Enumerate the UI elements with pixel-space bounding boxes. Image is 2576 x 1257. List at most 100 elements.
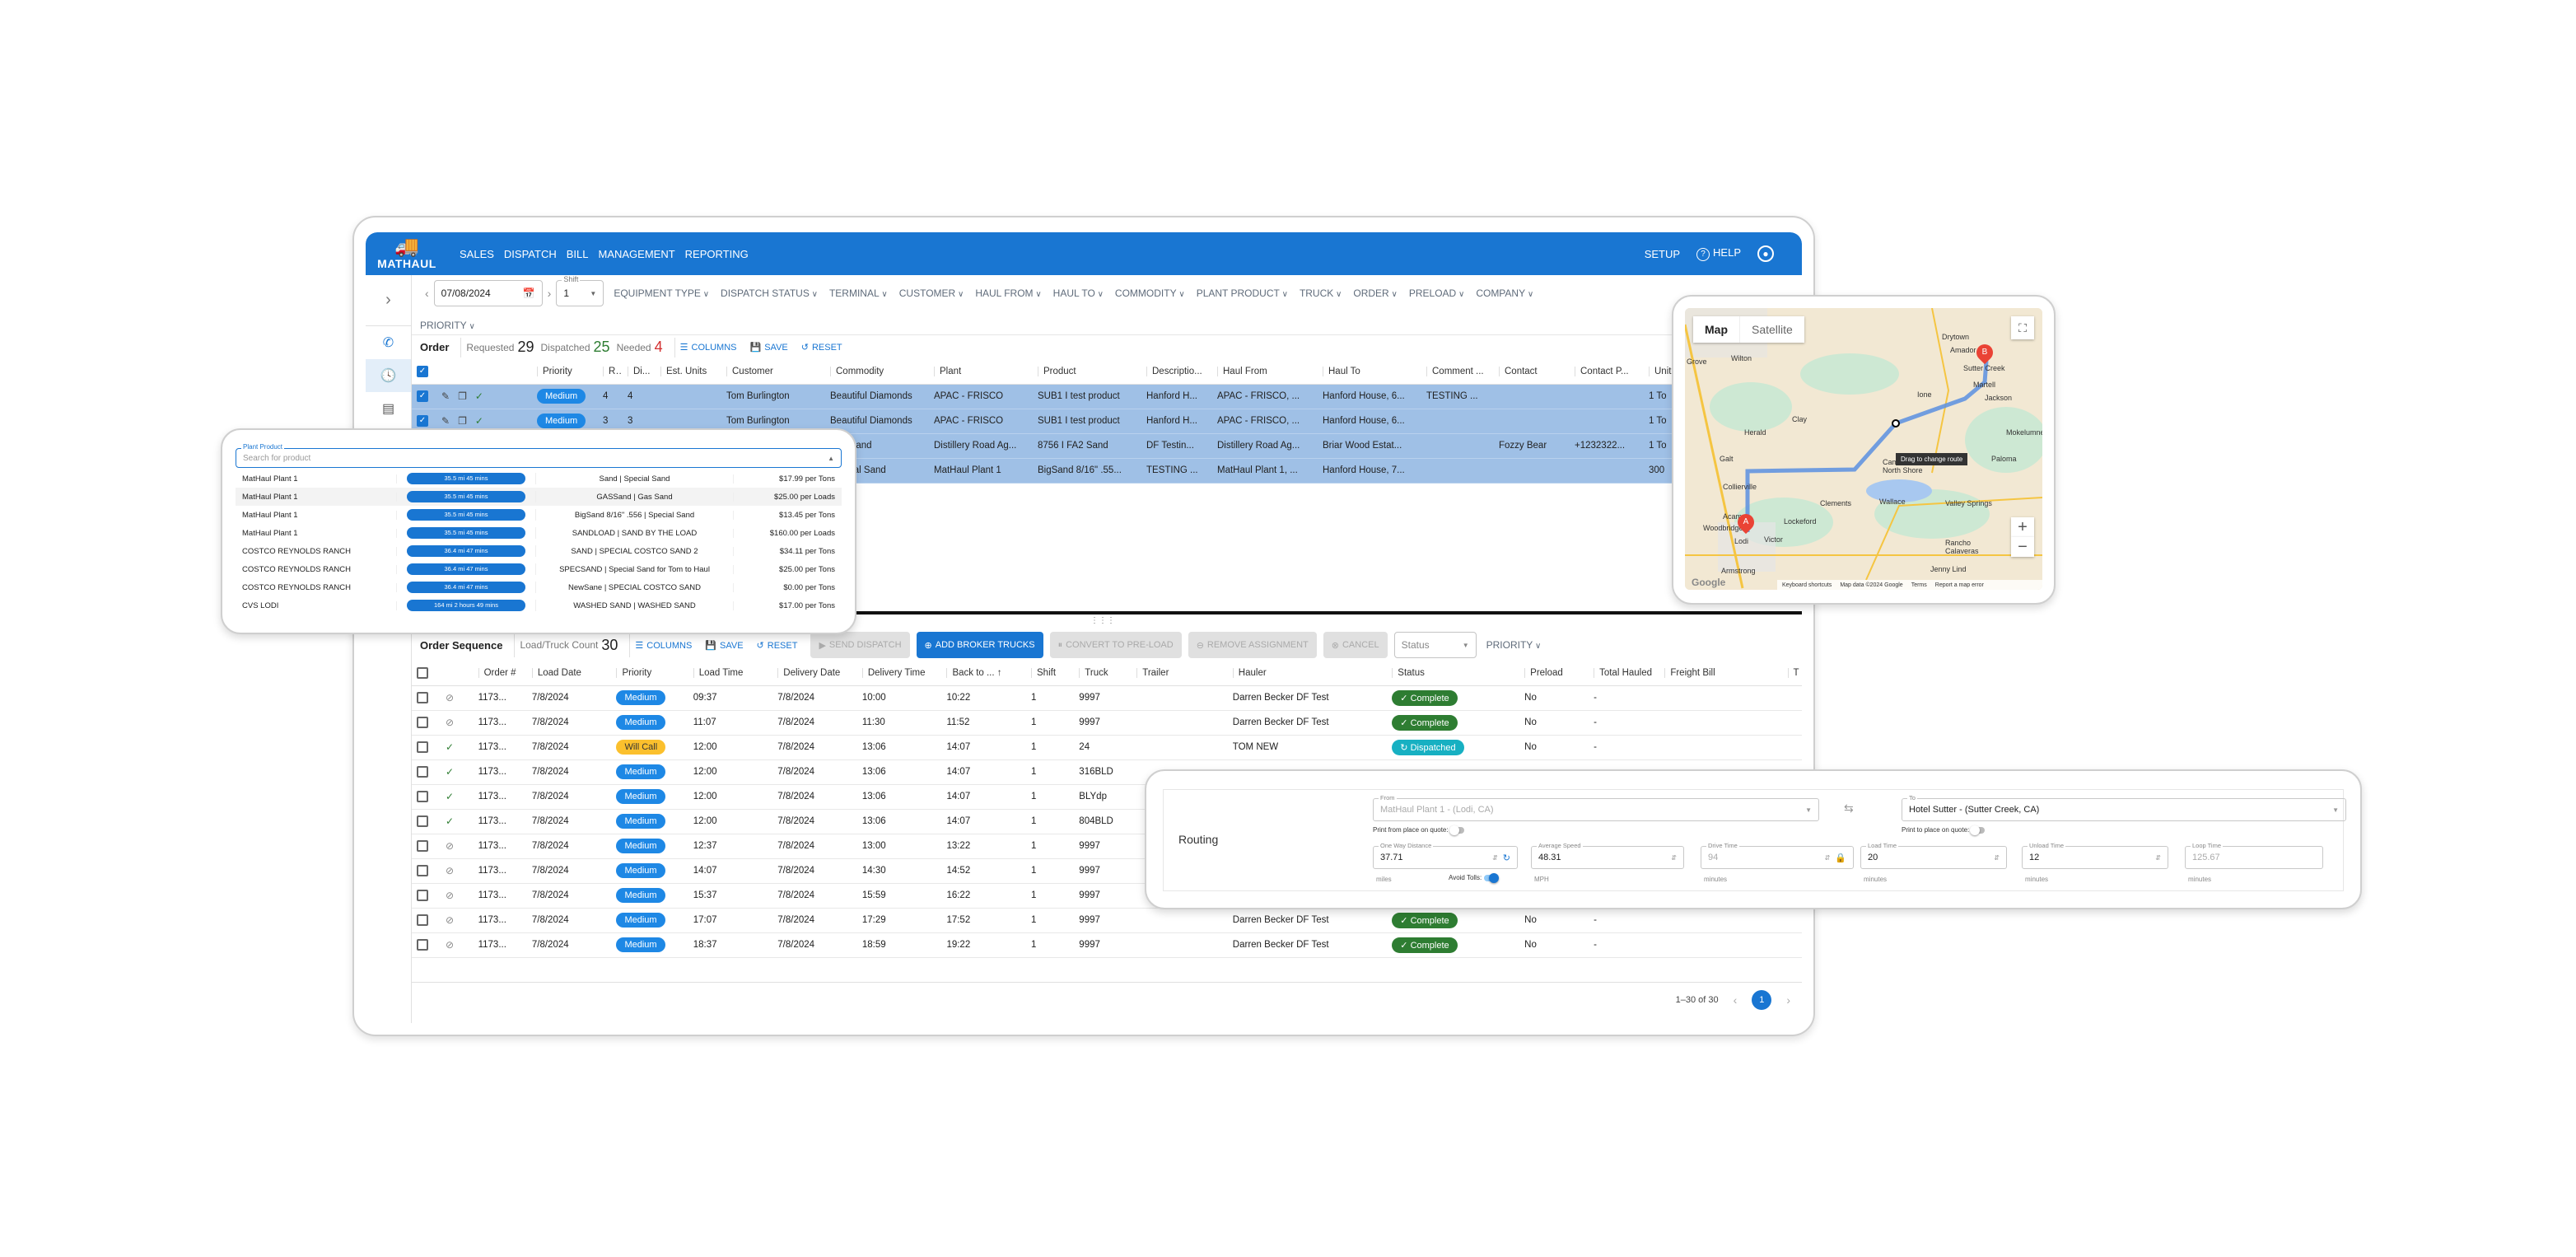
sequence-row[interactable]: ⊘ 1173... 7/8/2024 Medium 18:37 7/8/2024 18:59…: [412, 932, 1802, 958]
edit-pencil-icon[interactable]: ✎: [441, 415, 450, 427]
col-priority[interactable]: Priority: [611, 661, 688, 686]
stepper-icon[interactable]: ⇵: [1492, 854, 1498, 862]
copy-icon[interactable]: ❐: [458, 415, 467, 427]
col-trailer[interactable]: Trailer: [1132, 661, 1228, 686]
row-checkbox[interactable]: [412, 710, 441, 736]
filter-truck[interactable]: TRUCK: [1300, 287, 1342, 299]
sort-asc-arrow-icon[interactable]: ↑: [997, 668, 1002, 678]
next-page-chevron-icon[interactable]: ›: [1786, 993, 1790, 1007]
col-back-to[interactable]: Back to ... ↑: [941, 661, 1027, 686]
one-way-distance-input[interactable]: One Way Distance 37.71 ⇵ ↻: [1373, 842, 1518, 869]
seq-columns-button[interactable]: ☰ COLUMNS: [635, 640, 692, 651]
col-hauler[interactable]: Hauler: [1227, 661, 1388, 686]
filter-company[interactable]: COMPANY: [1476, 287, 1533, 299]
filter-haul-to[interactable]: HAUL TO: [1053, 287, 1104, 299]
check-circle-icon[interactable]: ✓: [475, 390, 483, 402]
average-speed-input[interactable]: Average Speed 48.31 ⇵: [1531, 842, 1684, 869]
remove-assignment-button[interactable]: ⊖ REMOVE ASSIGNMENT: [1188, 632, 1317, 658]
date-input[interactable]: 07/08/2024 📅: [433, 280, 543, 306]
row-checkbox[interactable]: [412, 858, 441, 884]
row-checkbox[interactable]: [412, 834, 441, 859]
plant-product-option[interactable]: CVS LODI 164 mi 2 hours 49 mins WASHED SAN…: [236, 596, 842, 614]
row-checkbox[interactable]: [412, 932, 441, 958]
lock-icon[interactable]: 🔒: [1835, 853, 1846, 863]
order-row[interactable]: ✓ ✎ ❐ ✓ Medium 4 4 Tom Burlington Beautiful Diam…: [412, 384, 1802, 409]
col-contact[interactable]: Contact: [1494, 359, 1570, 385]
calendar-icon[interactable]: 📅: [523, 287, 535, 299]
print-to-toggle[interactable]: [1970, 825, 1986, 835]
convert-to-preload-button[interactable]: ⏸ CONVERT TO PRE-LOAD: [1049, 632, 1182, 658]
edit-pencil-icon[interactable]: ✎: [441, 390, 450, 402]
notepad-icon[interactable]: ▤: [366, 392, 411, 425]
reset-button[interactable]: ↺ RESET: [801, 342, 842, 353]
col-haul-from[interactable]: Haul From: [1212, 359, 1318, 385]
sequence-row[interactable]: ⊘ 1173... 7/8/2024 Medium 17:07 7/8/2024 17:29…: [412, 908, 1802, 933]
row-checkbox[interactable]: [412, 735, 441, 760]
col-shift[interactable]: Shift: [1026, 661, 1075, 686]
select-all-checkbox[interactable]: [412, 661, 441, 686]
select-all-checkbox[interactable]: ✓: [412, 359, 436, 385]
tracking-on-icon[interactable]: ✓: [446, 815, 454, 827]
mathaul-logo[interactable]: 🚚 MATHAUL: [366, 232, 448, 275]
col-load-time[interactable]: Load Time: [688, 661, 773, 686]
col-truck[interactable]: Truck: [1074, 661, 1132, 686]
setup-link[interactable]: SETUP: [1645, 248, 1680, 260]
satellite-tab[interactable]: Satellite: [1740, 316, 1804, 343]
status-select[interactable]: Status ▼: [1393, 632, 1477, 658]
filter-terminal[interactable]: TERMINAL: [829, 287, 888, 299]
print-from-toggle[interactable]: [1449, 825, 1464, 835]
prev-page-chevron-icon[interactable]: ‹: [1734, 993, 1738, 1007]
zoom-out-icon[interactable]: −: [2011, 537, 2034, 557]
clock-icon[interactable]: 🕓: [366, 359, 411, 392]
tracking-on-icon[interactable]: ✓: [446, 741, 454, 753]
filter-order[interactable]: ORDER: [1353, 287, 1397, 299]
col-customer[interactable]: Customer: [721, 359, 825, 385]
prev-date-chevron-icon[interactable]: ‹: [425, 287, 429, 300]
sequence-row[interactable]: ✓ 1173... 7/8/2024 Will Call 12:00 7/8/2024 13…: [412, 735, 1802, 760]
next-date-chevron-icon[interactable]: ›: [548, 287, 552, 300]
row-checkbox[interactable]: ✓: [412, 384, 436, 409]
marker-a-icon[interactable]: A: [1734, 510, 1758, 535]
columns-button[interactable]: ☰ COLUMNS: [680, 342, 737, 353]
plant-product-option[interactable]: MatHaul Plant 1 35.5 mi 45 mins GASSand | …: [236, 488, 842, 506]
col-preload[interactable]: Preload: [1519, 661, 1589, 686]
stepper-icon[interactable]: ⇵: [2155, 854, 2161, 862]
col-product[interactable]: Product: [1033, 359, 1141, 385]
from-select[interactable]: From MatHaul Plant 1 - (Lodi, CA) ▼: [1373, 794, 1819, 821]
tracking-on-icon[interactable]: ✓: [446, 766, 454, 778]
to-select[interactable]: To Hotel Sutter - (Sutter Creek, CA) ▼: [1902, 794, 2346, 821]
plant-product-option[interactable]: COSTCO REYNOLDS RANCH 36.4 mi 47 mins SPEC…: [236, 560, 842, 578]
expand-sidebar-chevron-icon[interactable]: ›: [366, 275, 411, 326]
row-checkbox[interactable]: [412, 908, 441, 933]
filter-equipment-type[interactable]: EQUIPMENT TYPE: [614, 287, 709, 299]
plant-product-option[interactable]: MatHaul Plant 1 35.5 mi 45 mins Sand | Spe…: [236, 470, 842, 488]
col-total-hauled[interactable]: Total Hauled: [1589, 661, 1660, 686]
report-map-error-link[interactable]: Report a map error: [1935, 582, 1984, 588]
col-haul-to[interactable]: Haul To: [1318, 359, 1421, 385]
route-recalc-icon[interactable]: ↻: [1503, 853, 1510, 863]
filter-commodity[interactable]: COMMODITY: [1115, 287, 1185, 299]
plant-product-option[interactable]: MatHaul Plant 1 35.5 mi 45 mins BigSand 8/…: [236, 506, 842, 524]
filter-haul-from[interactable]: HAUL FROM: [975, 287, 1041, 299]
load-time-input[interactable]: Load Time 20 ⇵: [1860, 842, 2007, 869]
avoid-tolls-toggle[interactable]: [1484, 872, 1500, 883]
save-button[interactable]: 💾 SAVE: [750, 342, 788, 353]
row-checkbox[interactable]: [412, 685, 441, 711]
tracking-off-icon[interactable]: ⊘: [446, 692, 454, 703]
col-contact-phone[interactable]: Contact P...: [1570, 359, 1644, 385]
col-freight-bill[interactable]: Freight Bill: [1659, 661, 1783, 686]
col-delivery-date[interactable]: Delivery Date: [772, 661, 857, 686]
marker-b-icon[interactable]: B: [1972, 340, 1997, 365]
phone-add-icon[interactable]: ✆: [366, 326, 411, 359]
add-broker-trucks-button[interactable]: ⊕ ADD BROKER TRUCKS: [916, 632, 1043, 658]
col-order-number[interactable]: Order #: [473, 661, 527, 686]
tracking-off-icon[interactable]: ⊘: [446, 840, 454, 852]
map-tab[interactable]: Map: [1693, 316, 1740, 343]
tracking-off-icon[interactable]: ⊘: [446, 890, 454, 901]
zoom-in-icon[interactable]: +: [2011, 517, 2034, 537]
swap-icon[interactable]: ⇆: [1844, 801, 1854, 815]
col-t[interactable]: T: [1782, 661, 1802, 686]
col-description[interactable]: Descriptio...: [1141, 359, 1212, 385]
tracking-off-icon[interactable]: ⊘: [446, 939, 454, 951]
user-avatar-icon[interactable]: ●: [1757, 245, 1774, 262]
